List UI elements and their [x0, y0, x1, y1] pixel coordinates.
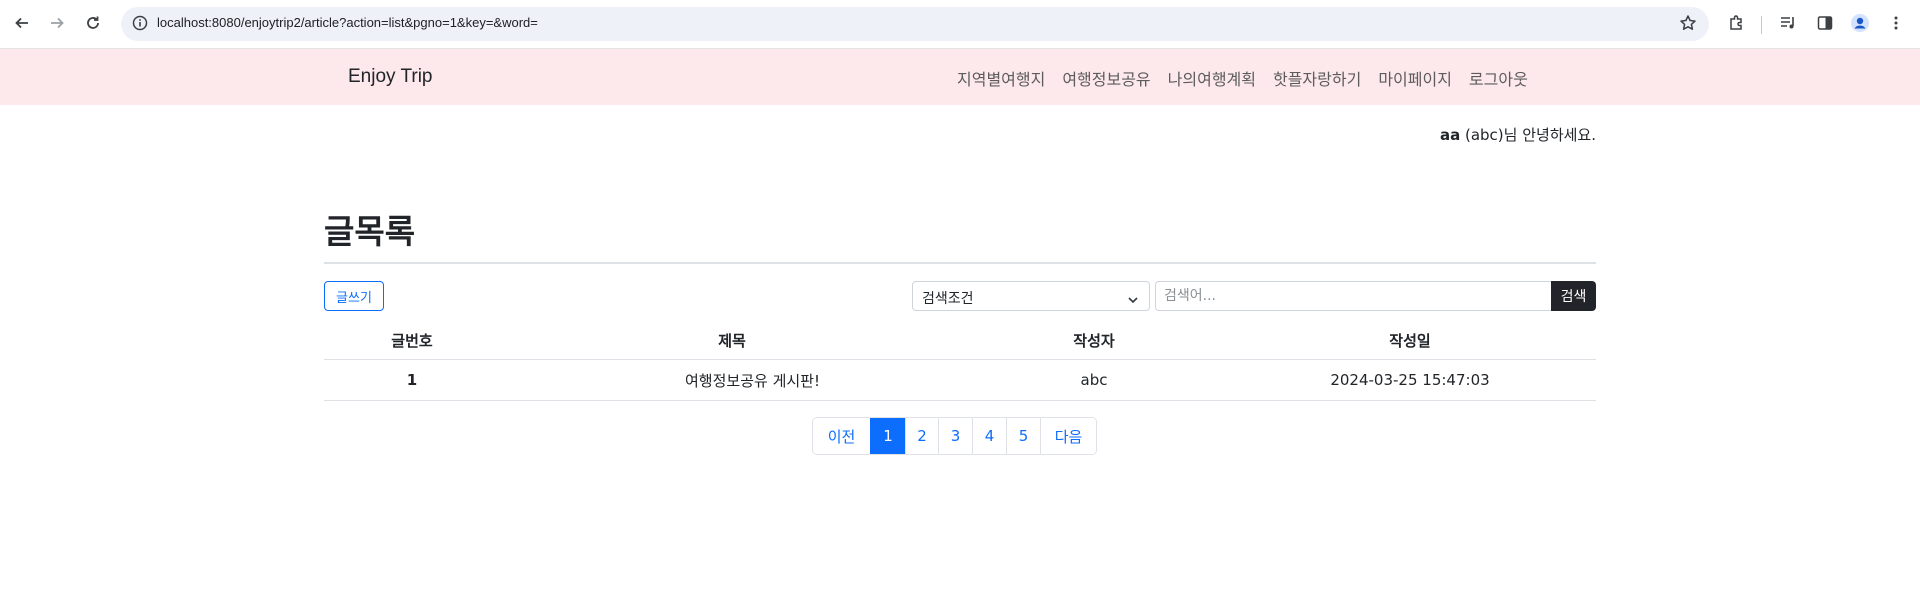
extensions-icon[interactable] — [1726, 12, 1748, 34]
nav-link-mypage[interactable]: 마이페이지 — [1378, 66, 1452, 90]
title-divider — [324, 262, 1596, 264]
profile-icon[interactable] — [1849, 12, 1871, 34]
row-author: abc — [1080, 371, 1108, 389]
page-5[interactable]: 5 — [1006, 418, 1040, 454]
page-next[interactable]: 다음 — [1040, 418, 1096, 454]
row-title-link[interactable]: 여행정보공유 게시판! — [500, 360, 964, 400]
article-table: 글번호 제목 작성자 작성일 1 여행정보공유 게시판! abc 2024-03… — [324, 322, 1596, 401]
search-button[interactable]: 검색 — [1551, 281, 1596, 311]
nav-link-regional-trips[interactable]: 지역별여행지 — [957, 66, 1045, 90]
star-icon[interactable] — [1679, 14, 1697, 32]
nav-link-my-trip-plan[interactable]: 나의여행계획 — [1168, 66, 1256, 90]
menu-icon[interactable] — [1885, 12, 1907, 34]
url-text: localhost:8080/enjoytrip2/article?action… — [157, 15, 538, 30]
side-panel-icon[interactable] — [1814, 12, 1836, 34]
address-bar[interactable]: localhost:8080/enjoytrip2/article?action… — [121, 7, 1709, 41]
header-title: 제목 — [718, 332, 746, 350]
header-number: 글번호 — [391, 332, 433, 350]
info-icon[interactable] — [132, 15, 148, 31]
browser-toolbar: localhost:8080/enjoytrip2/article?action… — [0, 0, 1920, 49]
search-condition-value: 검색조건 — [922, 291, 974, 307]
row-number: 1 — [406, 371, 418, 389]
greeting-username: aa — [1439, 126, 1461, 144]
page-3[interactable]: 3 — [938, 418, 972, 454]
site-navbar: Enjoy Trip 지역별여행지 여행정보공유 나의여행계획 핫플자랑하기 마… — [0, 49, 1920, 105]
greeting-text: (abc)님 안녕하세요. — [1460, 126, 1596, 144]
search-condition-select[interactable]: 검색조건 — [912, 281, 1150, 311]
nav-link-hotplace[interactable]: 핫플자랑하기 — [1273, 66, 1361, 90]
nav-link-logout[interactable]: 로그아웃 — [1469, 66, 1528, 90]
reload-icon[interactable] — [82, 12, 104, 34]
page-2[interactable]: 2 — [905, 418, 938, 454]
nav-links: 지역별여행지 여행정보공유 나의여행계획 핫플자랑하기 마이페이지 로그아웃 — [957, 66, 1545, 90]
header-date: 작성일 — [1389, 332, 1431, 350]
forward-icon[interactable] — [46, 12, 68, 34]
table-header: 글번호 제목 작성자 작성일 — [324, 322, 1596, 360]
media-icon[interactable] — [1777, 12, 1799, 34]
row-date: 2024-03-25 15:47:03 — [1330, 371, 1490, 389]
header-author: 작성자 — [1073, 332, 1115, 350]
page-1[interactable]: 1 — [870, 418, 905, 454]
page-title: 글목록 — [324, 212, 416, 251]
search-input[interactable] — [1155, 281, 1552, 311]
toolbar-separator — [1761, 16, 1762, 34]
write-button[interactable]: 글쓰기 — [324, 281, 384, 311]
nav-link-travel-info-share[interactable]: 여행정보공유 — [1062, 66, 1150, 90]
pagination: 이전 1 2 3 4 5 다음 — [812, 417, 1097, 455]
page-4[interactable]: 4 — [972, 418, 1006, 454]
user-greeting: aa (abc)님 안녕하세요. — [1440, 124, 1596, 145]
chevron-down-icon — [1127, 291, 1139, 310]
table-row[interactable]: 1 여행정보공유 게시판! abc 2024-03-25 15:47:03 — [324, 360, 1596, 401]
page-prev[interactable]: 이전 — [813, 418, 870, 454]
back-icon[interactable] — [11, 12, 33, 34]
brand-logo[interactable]: Enjoy Trip — [348, 66, 432, 88]
